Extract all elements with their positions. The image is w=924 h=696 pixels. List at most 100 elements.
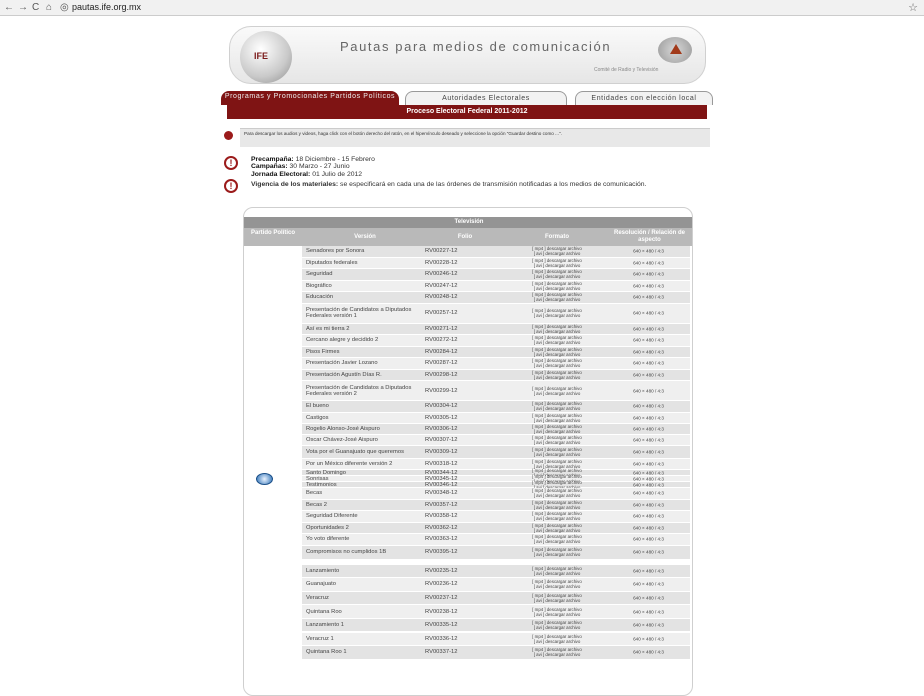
table-row: Seguridad RV00246-12 [ mp4 ] descargar arc… [302, 269, 690, 281]
avi-download-link[interactable]: [ avi ] descargar archivo [534, 286, 581, 291]
home-icon[interactable]: ⌂ [46, 2, 52, 13]
avi-download-link[interactable]: [ avi ] descargar archivo [534, 274, 581, 279]
avi-download-link[interactable]: [ avi ] descargar archivo [534, 652, 581, 657]
format-links: [ mp4 ] descargar archivo[ avi ] descarg… [507, 246, 607, 256]
avi-download-link[interactable]: [ avi ] descargar archivo [534, 375, 581, 380]
avi-download-link[interactable]: [ avi ] descargar archivo [534, 297, 581, 302]
avi-download-link[interactable]: [ avi ] descargar archivo [534, 340, 581, 345]
browser-toolbar: ← → C ⌂ ◎ pautas.ife.org.mx ☆ [0, 0, 924, 16]
avi-download-link[interactable]: [ avi ] descargar archivo [534, 251, 581, 256]
version-cell: Educación [306, 294, 334, 301]
format-links: [ mp4 ] descargar archivo[ avi ] descarg… [507, 308, 607, 318]
page-content: IFE Pautas para medios de comunicación C… [221, 16, 713, 696]
resolution-cell: 640 × 480 / 4:3 [633, 476, 664, 481]
site-banner: IFE Pautas para medios de comunicación C… [229, 26, 706, 84]
avi-download-link[interactable]: [ avi ] descargar archivo [534, 352, 581, 357]
avi-download-link[interactable]: [ avi ] descargar archivo [534, 598, 581, 603]
version-cell: Presentación de Candidatos a Diputados F… [306, 306, 412, 319]
avi-download-link[interactable]: [ avi ] descargar archivo [534, 418, 581, 423]
version-cell: Veracruz 1 [306, 635, 334, 642]
avi-download-link[interactable]: [ avi ] descargar archivo [534, 552, 581, 557]
folio-cell: RV00358-12 [425, 513, 458, 520]
table-row: Guanajuato RV00236-12 [ mp4 ] descargar ar… [302, 578, 690, 592]
folio-cell: RV00228-12 [425, 259, 458, 266]
format-links: [ mp4 ] descargar archivo[ avi ] descarg… [507, 269, 607, 279]
forward-icon[interactable]: → [18, 2, 28, 13]
avi-download-link[interactable]: [ avi ] descargar archivo [534, 571, 581, 576]
avi-download-link[interactable]: [ avi ] descargar archivo [534, 584, 581, 589]
tab-autoridades[interactable]: Autoridades Electorales [405, 91, 567, 105]
version-cell: Oscar Chávez-José Aispuro [306, 436, 378, 443]
avi-download-link[interactable]: [ avi ] descargar archivo [534, 528, 581, 533]
resolution-cell: 640 × 480 / 4:3 [633, 271, 664, 277]
avi-download-link[interactable]: [ avi ] descargar archivo [534, 452, 581, 457]
format-links: [ mp4 ] descargar archivo[ avi ] descarg… [507, 424, 607, 434]
avi-download-link[interactable]: [ avi ] descargar archivo [534, 363, 581, 368]
resolution-cell: 640 × 480 / 4:3 [633, 372, 664, 378]
version-cell: Lanzamiento 1 [306, 622, 345, 629]
table-row: Pisos Firmes RV00284-12 [ mp4 ] descargar … [302, 346, 690, 358]
avi-download-link[interactable]: [ avi ] descargar archivo [534, 516, 581, 521]
committee-logo-icon [658, 37, 692, 63]
version-cell: Presentación Agustín Días R. [306, 371, 382, 378]
resolution-cell: 640 × 480 / 4:3 [633, 449, 664, 455]
table-row: Compromisos no cumplidos 1B RV00395-12 [ m… [302, 545, 690, 560]
address-bar[interactable]: pautas.ife.org.mx [72, 2, 141, 12]
folio-cell: RV00287-12 [425, 360, 458, 367]
version-cell: Seguridad Diferente [306, 513, 358, 520]
table-row: Presentación de Candidatos a Diputados F… [302, 303, 690, 324]
folio-cell: RV00227-12 [425, 248, 458, 255]
version-cell: Así es mi tierra 2 [306, 325, 350, 332]
avi-download-link[interactable]: [ avi ] descargar archivo [534, 539, 581, 544]
avi-download-link[interactable]: [ avi ] descargar archivo [534, 406, 581, 411]
table-row: Cercano alegre y decidido 2 RV00272-12 [ m… [302, 335, 690, 347]
back-icon[interactable]: ← [4, 2, 14, 13]
avi-download-link[interactable]: [ avi ] descargar archivo [534, 313, 581, 318]
folio-cell: RV00272-12 [425, 337, 458, 344]
format-links: [ mp4 ] descargar archivo[ avi ] descarg… [507, 500, 607, 510]
tab-programas[interactable]: Programas y Promocionales Partidos Polít… [221, 91, 399, 105]
folio-cell: RV00299-12 [425, 387, 458, 394]
version-cell: Veracruz [306, 594, 329, 601]
avi-download-link[interactable]: [ avi ] descargar archivo [534, 263, 581, 268]
format-links: [ mp4 ] descargar archivo[ avi ] descarg… [507, 370, 607, 380]
format-links: [ mp4 ] descargar archivo[ avi ] descarg… [507, 488, 607, 498]
version-cell: Yo voto diferente [306, 536, 350, 543]
avi-download-link[interactable]: [ avi ] descargar archivo [534, 625, 581, 630]
table-row: Senadores por Sonora RV00227-12 [ mp4 ] de… [302, 246, 690, 258]
resolution-cell: 640 × 480 / 4:3 [633, 360, 664, 366]
format-links: [ mp4 ] descargar archivo[ avi ] descarg… [507, 634, 607, 644]
format-links: [ mp4 ] descargar archivo[ avi ] descarg… [507, 335, 607, 345]
avi-download-link[interactable]: [ avi ] descargar archivo [534, 440, 581, 445]
format-links: [ mp4 ] descargar archivo[ avi ] descarg… [507, 547, 607, 557]
avi-download-link[interactable]: [ avi ] descargar archivo [534, 639, 581, 644]
avi-download-link[interactable]: [ avi ] descargar archivo [534, 329, 581, 334]
avi-download-link[interactable]: [ avi ] descargar archivo [534, 493, 581, 498]
table-row: Lanzamiento 1 RV00335-12 [ mp4 ] descargar… [302, 618, 690, 633]
avi-download-link[interactable]: [ avi ] descargar archivo [534, 429, 581, 434]
resolution-cell: 640 × 480 / 4:3 [633, 549, 664, 555]
tab-entidades[interactable]: Entidades con elección local [575, 91, 713, 105]
table-row: Presentación Javier Lozano RV00287-12 [ mp… [302, 358, 690, 370]
reload-icon[interactable]: C [32, 2, 39, 13]
avi-download-link[interactable]: [ avi ] descargar archivo [534, 505, 581, 510]
header-partido: Partido Político [250, 230, 295, 236]
resolution-cell: 640 × 480 / 4:3 [633, 490, 664, 496]
table-section-title: Televisión [244, 217, 692, 228]
resolution-cell: 640 × 480 / 4:3 [633, 403, 664, 409]
site-title: Pautas para medios de comunicación [340, 39, 612, 54]
resolution-cell: 640 × 480 / 4:3 [633, 437, 664, 443]
version-cell: Becas [306, 490, 323, 497]
table-row: Biográfico RV00247-12 [ mp4 ] descargar ar… [302, 280, 690, 292]
resolution-cell: 640 × 480 / 4:3 [633, 470, 664, 475]
format-links: [ mp4 ] descargar archivo[ avi ] descarg… [507, 523, 607, 533]
resolution-cell: 640 × 480 / 4:3 [633, 525, 664, 531]
avi-download-link[interactable]: [ avi ] descargar archivo [534, 391, 581, 396]
bookmark-star-icon[interactable]: ☆ [908, 1, 918, 14]
avi-download-link[interactable]: [ avi ] descargar archivo [534, 612, 581, 617]
table-row: Quintana Roo RV00238-12 [ mp4 ] descargar … [302, 605, 690, 619]
table-row: Educación RV00248-12 [ mp4 ] descargar arc… [302, 292, 690, 304]
format-links: [ mp4 ] descargar archivo[ avi ] descarg… [507, 347, 607, 357]
format-links: [ mp4 ] descargar archivo[ avi ] descarg… [507, 620, 607, 630]
folio-cell: RV00307-12 [425, 437, 458, 443]
